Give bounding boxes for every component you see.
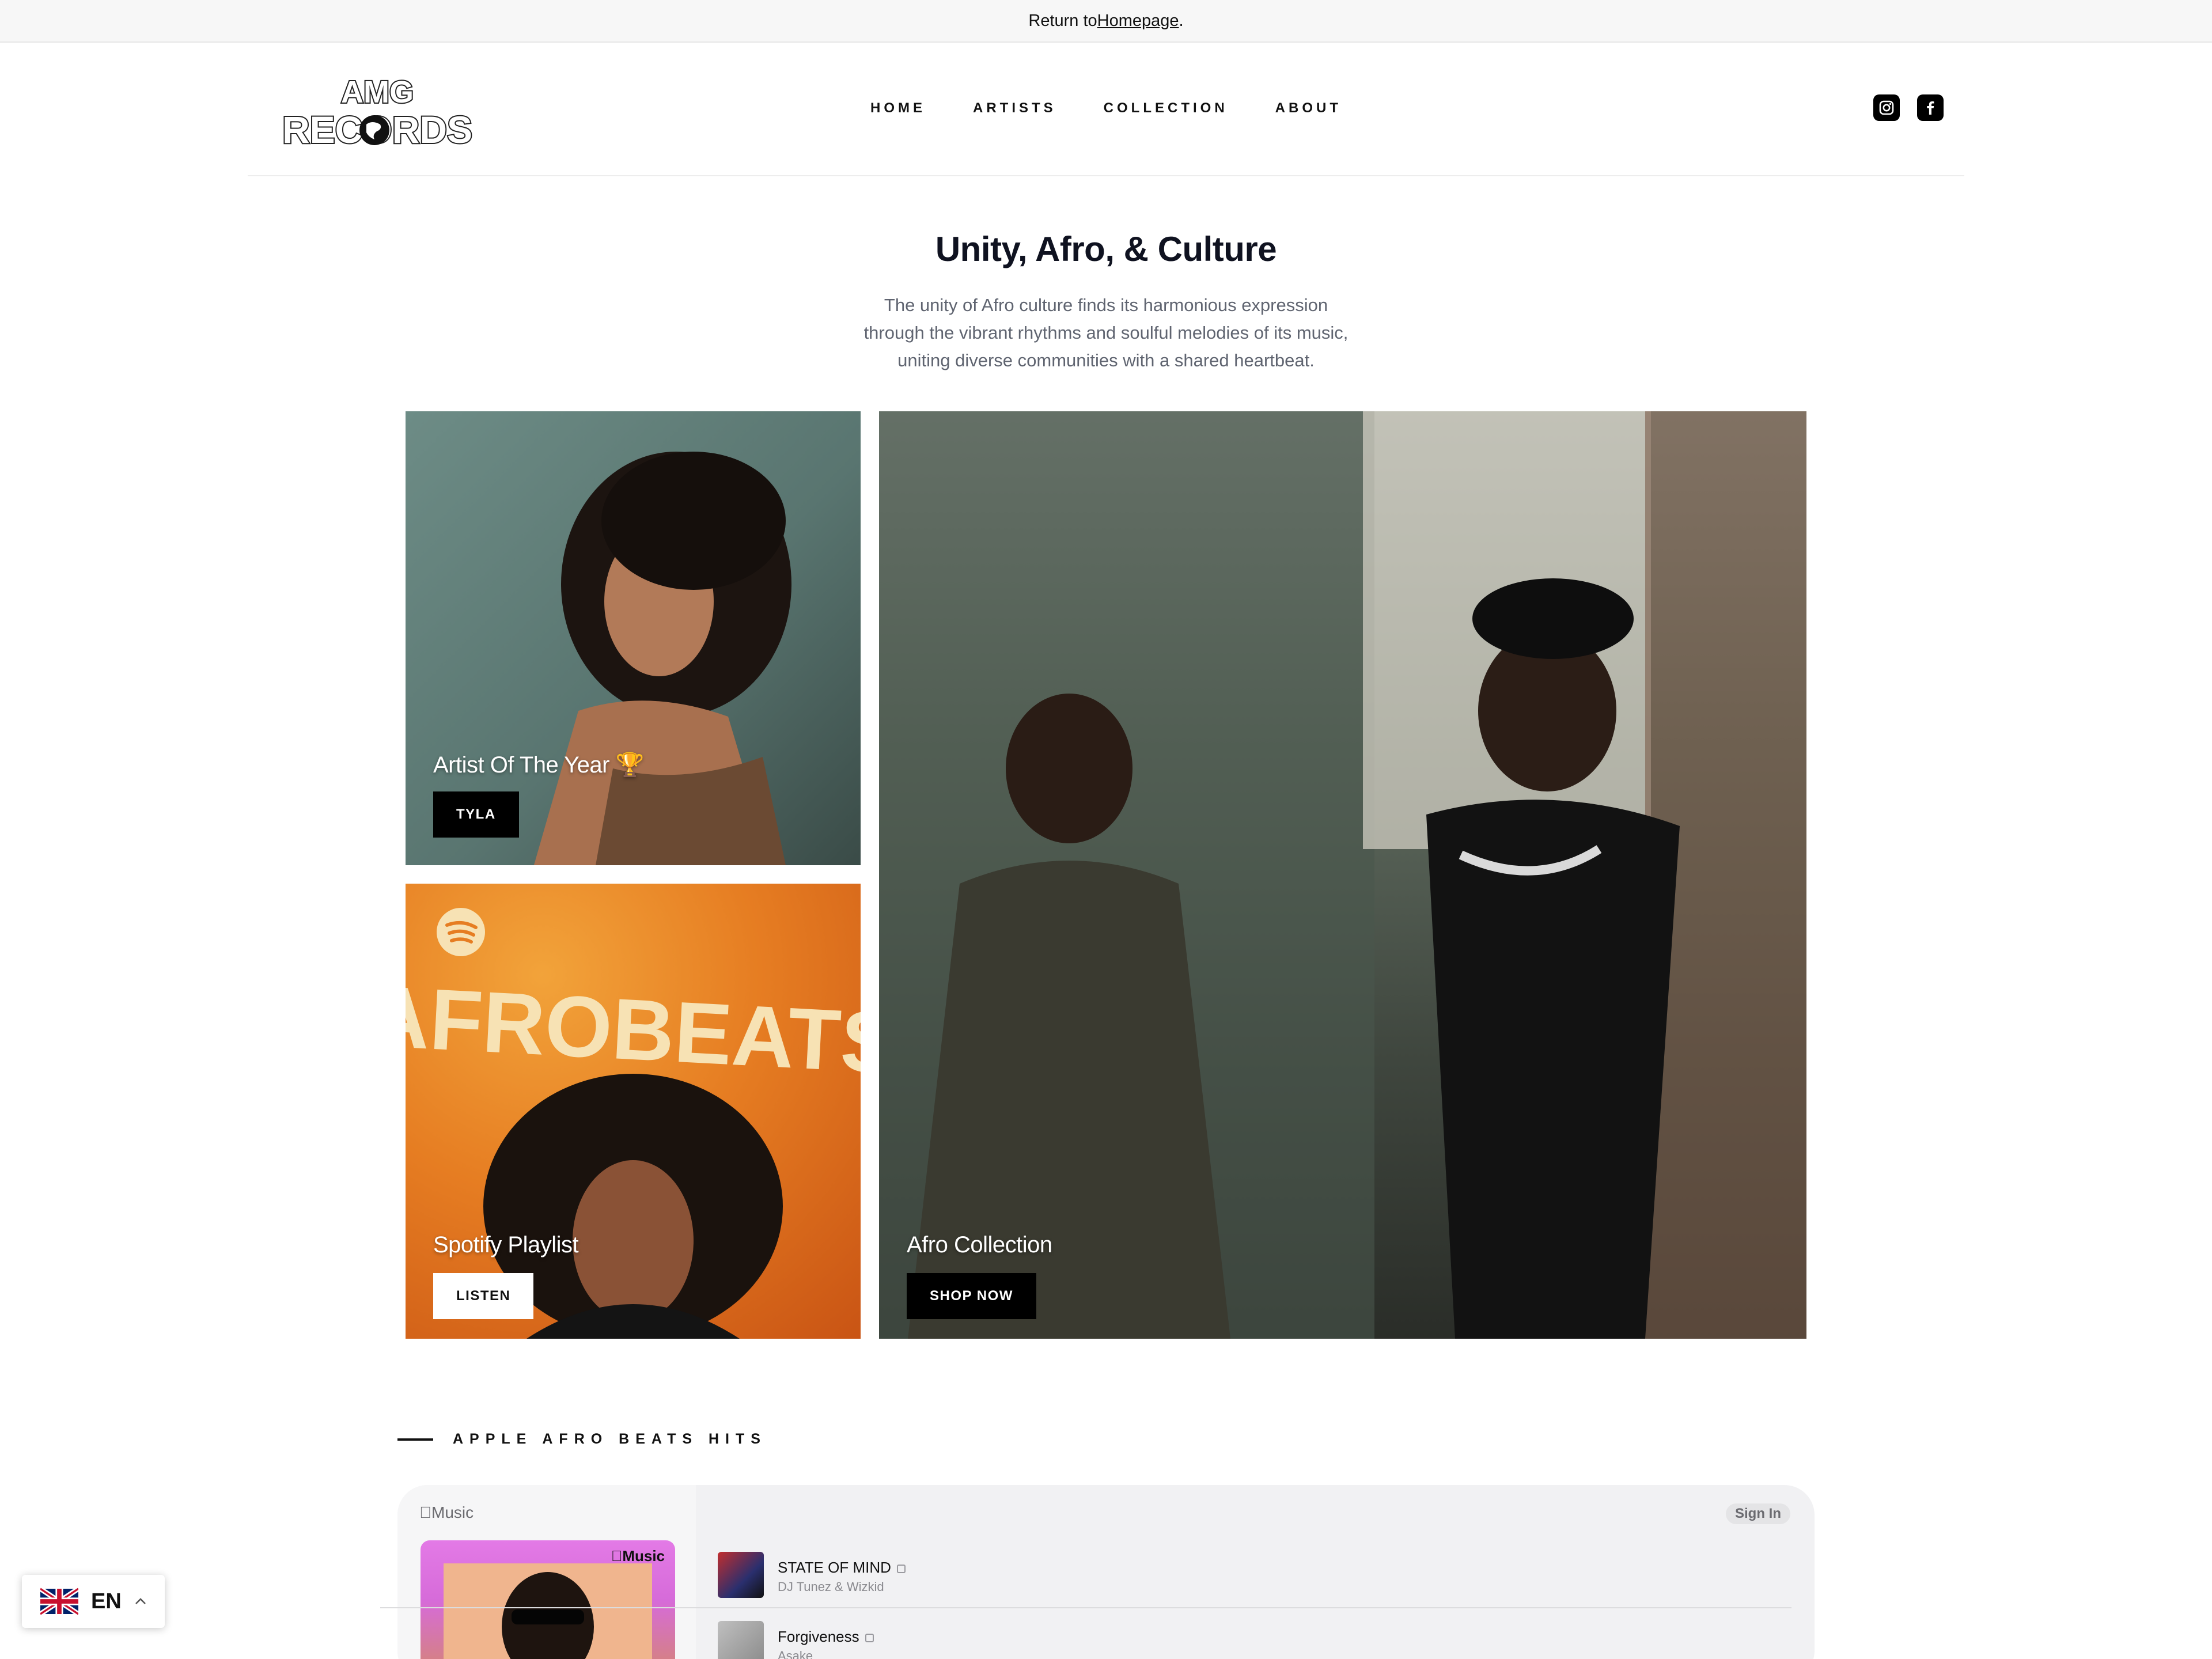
spotify-playlist-label: Spotify Playlist (433, 1232, 579, 1257)
hero-description-line: uniting diverse communities with a share… (897, 350, 1315, 370)
main-nav: HOME ARTISTS COLLECTION ABOUT (248, 100, 1964, 116)
cover-apple-icon:  (611, 1547, 623, 1565)
artist-of-year-tile[interactable]: Artist Of The Year 🏆 TYLA (406, 411, 861, 865)
hero-description-line: The unity of Afro culture finds its harm… (884, 295, 1328, 315)
announcement-suffix: . (1179, 11, 1184, 30)
site-header: AMG RECORDS HOME ARTISTS COLLECTION ABOU… (248, 43, 1964, 176)
afro-collection-tile[interactable]: Afro Collection SHOP NOW (879, 411, 1806, 1339)
announcement-text: Return to (1028, 11, 1097, 30)
playlist-cover[interactable]: Music (421, 1540, 675, 1659)
track-artist: Asake (778, 1649, 813, 1659)
nav-artists[interactable]: ARTISTS (973, 100, 1056, 116)
social-links (1873, 94, 1944, 121)
track-row[interactable]: STATE OF MIND DJ Tunez & Wizkid (718, 1552, 1791, 1608)
spotify-playlist-tile[interactable]: AFROBEATS Spotify Playlist LISTEN (406, 884, 861, 1339)
sign-in-button[interactable]: Sign In (1726, 1503, 1790, 1524)
hero-description: The unity of Afro culture finds its harm… (818, 291, 1394, 374)
nav-about[interactable]: ABOUT (1275, 100, 1342, 116)
cover-music-tag-text: Music (622, 1547, 665, 1565)
nav-collection[interactable]: COLLECTION (1104, 100, 1228, 116)
track-title: Forgiveness (778, 1628, 874, 1646)
collection-photo (879, 411, 1806, 1339)
apple-logo-icon:  (419, 1503, 431, 1521)
track-title: STATE OF MIND (778, 1559, 906, 1577)
spotify-cover-art: AFROBEATS (406, 908, 861, 1339)
instagram-glyph (1879, 100, 1894, 115)
track-artwork (718, 1552, 764, 1598)
section-title: APPLE AFRO BEATS HITS (453, 1431, 767, 1447)
afro-collection-label: Afro Collection (907, 1232, 1052, 1257)
apple-music-brand[interactable]: Music (419, 1503, 474, 1522)
afrobeats-cover-text: AFROBEATS (406, 967, 861, 1092)
facebook-glyph (1927, 101, 1934, 115)
listen-button[interactable]: LISTEN (433, 1273, 534, 1319)
instagram-icon[interactable] (1873, 94, 1900, 121)
tyla-button[interactable]: TYLA (433, 791, 519, 838)
explicit-icon (896, 1564, 906, 1573)
section-divider-line (397, 1438, 433, 1441)
track-artist: DJ Tunez & Wizkid (778, 1580, 884, 1594)
language-switcher[interactable]: EN (22, 1575, 165, 1628)
section-header: APPLE AFRO BEATS HITS (397, 1431, 767, 1448)
nav-home[interactable]: HOME (870, 100, 926, 116)
announcement-bar: Return to Homepage . (0, 0, 2212, 43)
shop-now-button[interactable]: SHOP NOW (907, 1273, 1036, 1319)
artist-of-year-label: Artist Of The Year 🏆 (433, 752, 644, 778)
track-row[interactable]: Forgiveness Asake (718, 1621, 1791, 1659)
track-title-text: Forgiveness (778, 1628, 859, 1645)
apple-music-sidebar: Music Music (397, 1485, 696, 1659)
uk-flag-icon (40, 1587, 78, 1616)
track-divider (380, 1607, 1791, 1608)
chevron-up-icon (135, 1598, 146, 1604)
homepage-link[interactable]: Homepage (1097, 12, 1179, 31)
explicit-icon (865, 1633, 874, 1642)
cover-music-tag: Music (611, 1547, 665, 1565)
apple-music-brand-text: Music (419, 1503, 474, 1521)
language-code: EN (91, 1589, 122, 1613)
track-artwork (718, 1621, 764, 1659)
facebook-icon[interactable] (1917, 94, 1944, 121)
hero-description-line: through the vibrant rhythms and soulful … (863, 323, 1349, 343)
track-title-text: STATE OF MIND (778, 1559, 891, 1576)
page-title: Unity, Afro, & Culture (935, 230, 1277, 268)
